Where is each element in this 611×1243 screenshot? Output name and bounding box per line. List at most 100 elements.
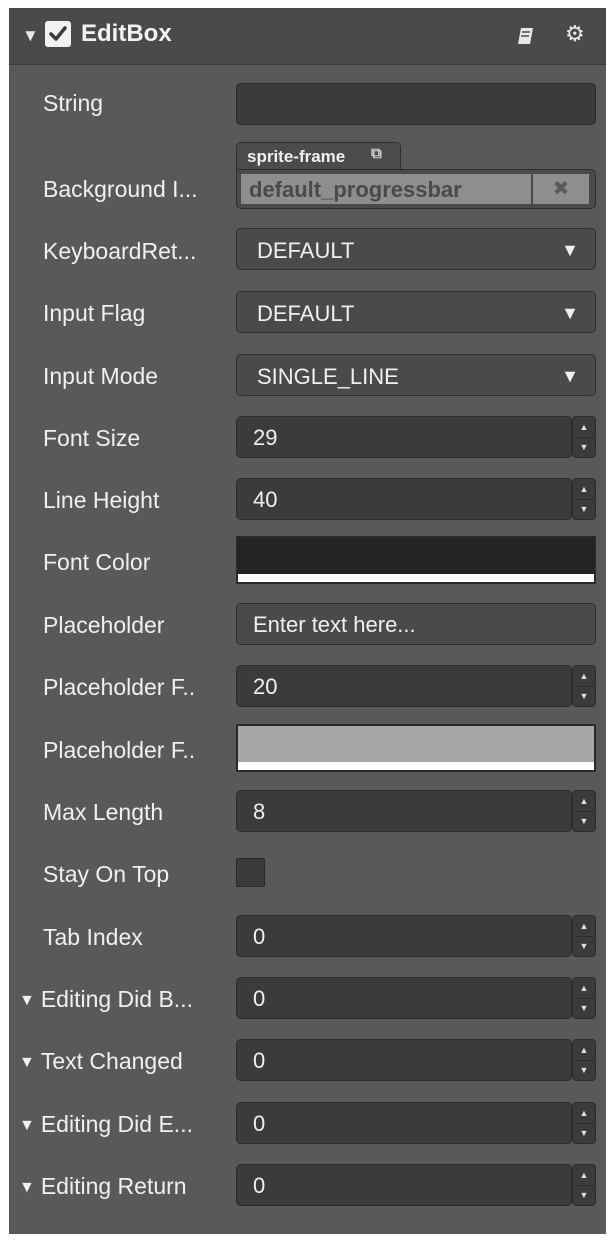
placeholder-font-size-stepper[interactable]: ▲ ▼ <box>572 665 596 707</box>
placeholder-font-color-label: Placeholder F.. <box>43 737 196 763</box>
placeholder-font-size-input[interactable]: 20 <box>236 665 572 707</box>
editing-return-value: 0 <box>253 1173 266 1198</box>
tab-index-label: Tab Index <box>43 924 143 950</box>
asset-type-text: sprite-frame <box>247 147 346 166</box>
input-mode-value: SINGLE_LINE <box>257 364 399 389</box>
placeholder-font-size-label: Placeholder F.. <box>43 674 196 700</box>
line-height-value: 40 <box>253 487 278 512</box>
increment-icon[interactable]: ▲ <box>573 417 595 438</box>
max-length-stepper[interactable]: ▲ ▼ <box>572 790 596 832</box>
asset-name[interactable]: default_progressbar <box>241 174 531 204</box>
editing-did-begin-input[interactable]: 0 <box>236 977 572 1019</box>
increment-icon[interactable]: ▲ <box>573 791 595 812</box>
editing-did-end-input[interactable]: 0 <box>236 1102 572 1144</box>
editing-return-label: Editing Return <box>40 1173 187 1199</box>
editbox-component-panel: ▼ EditBox ⚙ String Background I... sprit… <box>9 8 606 1234</box>
input-flag-value: DEFAULT <box>257 301 355 326</box>
decrement-icon[interactable]: ▼ <box>573 437 595 457</box>
chevron-down-icon: ▼ <box>561 303 579 323</box>
string-label: String <box>43 90 104 116</box>
decrement-icon[interactable]: ▼ <box>573 499 595 519</box>
font-size-value: 29 <box>253 425 278 450</box>
editing-did-begin-label: Editing Did B... <box>40 986 193 1012</box>
stay-on-top-label: Stay On Top <box>43 861 170 887</box>
component-header: ▼ EditBox ⚙ <box>9 8 606 65</box>
decrement-icon[interactable]: ▼ <box>573 686 595 706</box>
placeholder-font-size-value: 20 <box>253 674 278 699</box>
text-changed-label: Text Changed <box>40 1048 183 1074</box>
font-color-fill <box>238 538 594 574</box>
tab-index-input[interactable]: 0 <box>236 915 572 957</box>
line-height-input[interactable]: 40 <box>236 478 572 520</box>
increment-icon[interactable]: ▲ <box>573 479 595 500</box>
decrement-icon[interactable]: ▼ <box>573 998 595 1018</box>
enabled-checkbox[interactable] <box>45 21 71 47</box>
decrement-icon[interactable]: ▼ <box>573 1060 595 1080</box>
expand-arrow-icon: ▼ <box>19 1117 35 1134</box>
decrement-icon[interactable]: ▼ <box>573 1123 595 1143</box>
clear-asset-button[interactable]: ✖ <box>533 174 589 204</box>
decrement-icon[interactable]: ▼ <box>573 811 595 831</box>
max-length-value: 8 <box>253 799 266 824</box>
line-height-label: Line Height <box>43 487 160 513</box>
increment-icon[interactable]: ▲ <box>573 916 595 937</box>
font-size-input[interactable]: 29 <box>236 416 572 458</box>
tab-index-value: 0 <box>253 924 266 949</box>
placeholder-input[interactable]: Enter text here... <box>236 603 596 645</box>
input-flag-label: Input Flag <box>43 300 146 326</box>
text-changed-stepper[interactable]: ▲ ▼ <box>572 1039 596 1081</box>
placeholder-label: Placeholder <box>43 612 165 638</box>
checkmark-icon <box>49 26 67 41</box>
line-height-stepper[interactable]: ▲ ▼ <box>572 478 596 520</box>
editing-return-input[interactable]: 0 <box>236 1164 572 1206</box>
string-input[interactable] <box>236 83 596 125</box>
input-mode-select[interactable]: SINGLE_LINE ▼ <box>236 354 596 396</box>
font-color-picker[interactable] <box>236 536 596 584</box>
tab-index-stepper[interactable]: ▲ ▼ <box>572 915 596 957</box>
background-image-field[interactable]: default_progressbar ✖ <box>236 169 596 209</box>
asset-name-text: default_progressbar <box>249 177 462 202</box>
collapse-arrow-icon[interactable]: ▼ <box>22 26 39 46</box>
expand-arrow-icon: ▼ <box>19 1054 35 1071</box>
placeholder-font-color-picker[interactable] <box>236 724 596 772</box>
editing-did-end-value: 0 <box>253 1111 266 1136</box>
text-changed-toggle[interactable]: ▼ Text Changed <box>19 1048 183 1075</box>
gear-icon[interactable]: ⚙ <box>565 23 585 45</box>
increment-icon[interactable]: ▲ <box>573 1165 595 1186</box>
placeholder-value: Enter text here... <box>253 612 416 637</box>
editing-did-begin-stepper[interactable]: ▲ ▼ <box>572 977 596 1019</box>
editing-did-end-label: Editing Did E... <box>40 1111 193 1137</box>
keyboard-return-label: KeyboardRet... <box>43 238 197 264</box>
increment-icon[interactable]: ▲ <box>573 978 595 999</box>
keyboard-return-select[interactable]: DEFAULT ▼ <box>236 228 596 270</box>
font-size-stepper[interactable]: ▲ ▼ <box>572 416 596 458</box>
max-length-input[interactable]: 8 <box>236 790 572 832</box>
stay-on-top-checkbox[interactable] <box>236 858 265 887</box>
editing-return-toggle[interactable]: ▼ Editing Return <box>19 1173 187 1200</box>
input-flag-select[interactable]: DEFAULT ▼ <box>236 291 596 333</box>
background-image-label: Background I... <box>43 176 198 202</box>
increment-icon[interactable]: ▲ <box>573 666 595 687</box>
editing-did-end-stepper[interactable]: ▲ ▼ <box>572 1102 596 1144</box>
editing-did-end-toggle[interactable]: ▼ Editing Did E... <box>19 1111 193 1138</box>
open-asset-link-icon[interactable]: ⧉ <box>371 145 382 162</box>
editing-return-stepper[interactable]: ▲ ▼ <box>572 1164 596 1206</box>
decrement-icon[interactable]: ▼ <box>573 936 595 956</box>
editing-did-begin-toggle[interactable]: ▼ Editing Did B... <box>19 986 193 1013</box>
asset-type-tag: sprite-frame ⧉ <box>236 142 401 170</box>
input-mode-label: Input Mode <box>43 363 159 389</box>
expand-arrow-icon: ▼ <box>19 1179 35 1196</box>
keyboard-return-value: DEFAULT <box>257 238 355 263</box>
component-title: EditBox <box>81 20 172 47</box>
text-changed-value: 0 <box>253 1048 266 1073</box>
placeholder-font-color-fill <box>238 726 594 762</box>
max-length-label: Max Length <box>43 799 164 825</box>
increment-icon[interactable]: ▲ <box>573 1103 595 1124</box>
text-changed-input[interactable]: 0 <box>236 1039 572 1081</box>
editing-did-begin-value: 0 <box>253 986 266 1011</box>
increment-icon[interactable]: ▲ <box>573 1040 595 1061</box>
book-icon[interactable] <box>515 25 537 47</box>
expand-arrow-icon: ▼ <box>19 992 35 1009</box>
chevron-down-icon: ▼ <box>561 366 579 386</box>
decrement-icon[interactable]: ▼ <box>573 1185 595 1205</box>
